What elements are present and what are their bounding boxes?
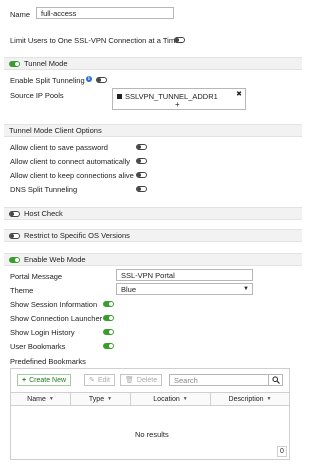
column-header-description[interactable]: Description ▼ <box>211 393 289 405</box>
host-check-section: Host Check <box>4 207 302 220</box>
restrict-os-section: Restrict to Specific OS Versions <box>4 229 302 242</box>
option-keep-alive-label: Allow client to keep connections alive <box>10 171 134 180</box>
show-connection-launcher-label: Show Connection Launcher <box>10 314 103 323</box>
option-keep-alive-toggle[interactable] <box>136 172 147 178</box>
search-input[interactable]: Search <box>169 374 269 386</box>
show-connection-launcher-toggle[interactable] <box>103 315 114 321</box>
sort-icon: ▼ <box>266 396 272 402</box>
restrict-os-label: Restrict to Specific OS Versions <box>24 231 130 240</box>
tunnel-mode-toggle[interactable] <box>9 60 20 67</box>
client-options-header: Tunnel Mode Client Options <box>4 124 302 137</box>
option-dns-split-label: DNS Split Tunneling <box>10 185 78 194</box>
delete-label: Delete <box>136 376 158 384</box>
option-connect-auto-toggle[interactable] <box>136 158 147 164</box>
plus-icon: + <box>22 376 27 384</box>
option-dns-split-toggle[interactable] <box>136 186 147 192</box>
user-bookmarks-label: User Bookmarks <box>10 342 66 351</box>
result-count: 0 <box>280 448 284 455</box>
theme-value: Blue <box>121 284 137 294</box>
theme-label: Theme <box>10 286 34 295</box>
column-header-location[interactable]: Location ▼ <box>131 393 211 405</box>
create-new-button[interactable]: + Create New <box>17 374 72 386</box>
split-tunneling-label: Enable Split Tunneling <box>10 76 85 85</box>
search-button[interactable] <box>269 374 283 386</box>
tunnel-mode-section: Tunnel Mode <box>4 57 302 70</box>
show-session-info-label: Show Session Information <box>10 300 98 309</box>
theme-select[interactable]: Blue ▼ <box>116 283 253 295</box>
sort-icon: ▼ <box>48 396 54 402</box>
show-login-history-label: Show Login History <box>10 328 75 337</box>
chevron-down-icon: ▼ <box>243 286 249 292</box>
column-location-label: Location <box>153 395 180 403</box>
column-description-label: Description <box>228 395 264 403</box>
web-mode-toggle[interactable] <box>9 256 20 263</box>
bookmarks-panel: + Create New ✎ Edit 🗑 Delete Search Name… <box>10 368 290 460</box>
add-entry-icon[interactable]: + <box>175 100 180 109</box>
limit-users-toggle[interactable] <box>174 37 185 43</box>
search-icon <box>271 376 280 384</box>
sort-icon: ▼ <box>107 396 113 402</box>
limit-users-label: Limit Users to One SSL-VPN Connection at… <box>10 36 180 45</box>
host-check-label: Host Check <box>24 209 63 218</box>
host-check-toggle[interactable] <box>9 210 20 217</box>
web-mode-section: Enable Web Mode <box>4 253 302 266</box>
create-new-label: Create New <box>29 376 67 384</box>
edit-button[interactable]: ✎ Edit <box>84 374 115 386</box>
web-mode-label: Enable Web Mode <box>24 255 86 264</box>
edit-icon: ✎ <box>89 377 95 384</box>
table-header: Name ▼ Type ▼ Location ▼ Description ▼ <box>11 392 289 406</box>
show-login-history-toggle[interactable] <box>103 329 114 335</box>
source-ip-pools-label: Source IP Pools <box>10 91 64 100</box>
source-ip-pools-field[interactable]: SSLVPN_TUNNEL_ADDR1 ✖ + <box>112 88 246 110</box>
info-icon: i <box>86 76 92 82</box>
sort-icon: ▼ <box>182 396 188 402</box>
show-session-info-toggle[interactable] <box>103 301 114 307</box>
column-header-type[interactable]: Type ▼ <box>71 393 131 405</box>
client-options-header-label: Tunnel Mode Client Options <box>9 126 102 135</box>
portal-message-input[interactable]: SSL-VPN Portal <box>116 269 253 281</box>
remove-entry-icon[interactable]: ✖ <box>236 90 242 98</box>
no-results-text: No results <box>135 430 169 439</box>
portal-message-label: Portal Message <box>10 272 63 281</box>
option-connect-auto-label: Allow client to connect automatically <box>10 157 131 166</box>
delete-button[interactable]: 🗑 Delete <box>120 374 163 386</box>
name-label: Name <box>10 10 31 19</box>
option-save-password-toggle[interactable] <box>136 144 147 150</box>
edit-label: Edit <box>97 376 110 384</box>
column-name-label: Name <box>27 395 46 403</box>
split-tunneling-toggle[interactable] <box>96 77 107 83</box>
address-icon <box>117 94 122 99</box>
trash-icon: 🗑 <box>125 377 134 384</box>
restrict-os-toggle[interactable] <box>9 232 20 239</box>
tunnel-mode-label: Tunnel Mode <box>24 59 68 68</box>
result-count-badge: 0 <box>277 446 287 457</box>
column-header-name[interactable]: Name ▼ <box>11 393 71 405</box>
user-bookmarks-toggle[interactable] <box>103 343 114 349</box>
name-input[interactable]: full-access <box>36 7 174 19</box>
predefined-bookmarks-label: Predefined Bookmarks <box>10 357 86 366</box>
column-type-label: Type <box>88 395 105 403</box>
option-save-password-label: Allow client to save password <box>10 143 108 152</box>
source-ip-pool-entry: SSLVPN_TUNNEL_ADDR1 <box>125 92 218 101</box>
